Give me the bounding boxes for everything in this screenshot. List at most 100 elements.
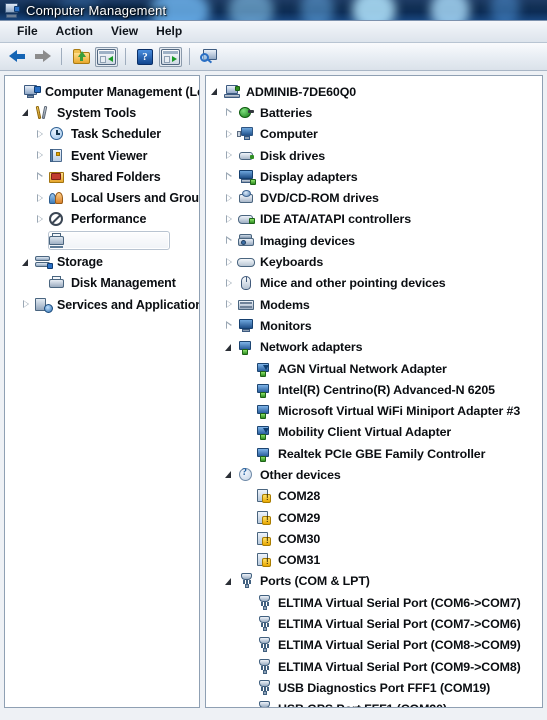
expander-closed-icon[interactable] <box>33 124 48 145</box>
device-tree: ADMINIB-7DE60Q0BatteriesComputer Disk dri… <box>206 76 542 708</box>
expander-spacer <box>240 443 255 464</box>
expander-spacer <box>240 379 255 400</box>
console-tree-pane[interactable]: Computer Management (Local System Tools Ta… <box>4 75 200 708</box>
device-category-batteries[interactable]: Batteries <box>206 102 542 123</box>
back-button[interactable] <box>6 46 28 68</box>
sidebar-item-shared-folders[interactable]: Shared Folders <box>5 166 199 187</box>
device-item[interactable]: COM30 <box>206 528 542 549</box>
device-item[interactable]: ELTIMA Virtual Serial Port (COM9->COM8) <box>206 656 542 677</box>
device-category-network-adapters[interactable]: Network adapters <box>206 337 542 358</box>
expander-open-icon[interactable] <box>19 252 34 273</box>
expander-closed-icon[interactable] <box>222 273 237 294</box>
expander-closed-icon[interactable] <box>222 252 237 273</box>
device-category-mice-and-other-pointing-devices[interactable]: Mice and other pointing devices <box>206 273 542 294</box>
sidebar-item-task-scheduler[interactable]: Task Scheduler <box>5 124 199 145</box>
show-hide-action-pane-button[interactable] <box>159 46 181 68</box>
expander-closed-icon[interactable] <box>222 166 237 187</box>
tree-row-label: IDE ATA/ATAPI controllers <box>260 212 411 226</box>
device-item[interactable]: USB Diagnostics Port FFF1 (COM19) <box>206 677 542 698</box>
sidebar-item-device-manager[interactable]: Device Manager <box>5 230 199 251</box>
device-item[interactable]: Mobility Client Virtual Adapter <box>206 422 542 443</box>
sidebar-item-services-and-applications[interactable]: Services and Applications <box>5 294 199 315</box>
up-one-level-button[interactable] <box>70 46 92 68</box>
dvd-drive-icon <box>237 190 256 206</box>
device-item[interactable]: AGN Virtual Network Adapter <box>206 358 542 379</box>
device-category-keyboards[interactable]: Keyboards <box>206 251 542 272</box>
tree-row-label: Disk drives <box>260 149 325 163</box>
menu-file[interactable]: File <box>8 23 47 40</box>
expander-open-icon[interactable] <box>222 337 237 358</box>
sidebar-item-performance[interactable]: Performance <box>5 209 199 230</box>
expander-open-icon[interactable] <box>19 102 34 123</box>
expander-closed-icon[interactable] <box>222 145 237 166</box>
forward-button[interactable] <box>31 46 53 68</box>
expander-closed-icon[interactable] <box>33 166 48 187</box>
device-item[interactable]: USB GPS Port FFF1 (COM20) <box>206 699 542 708</box>
tree-row-label: System Tools <box>57 106 136 120</box>
scan-hardware-icon <box>200 49 218 65</box>
menu-help[interactable]: Help <box>147 23 191 40</box>
device-category-modems[interactable]: Modems <box>206 294 542 315</box>
device-category-monitors[interactable]: Monitors <box>206 315 542 336</box>
tree-row-label: Microsoft Virtual WiFi Miniport Adapter … <box>278 404 520 418</box>
expander-closed-icon[interactable] <box>222 102 237 123</box>
tree-row-label: AGN Virtual Network Adapter <box>278 362 447 376</box>
menu-view[interactable]: View <box>102 23 147 40</box>
expander-closed-icon[interactable] <box>222 188 237 209</box>
device-manager-pane[interactable]: ADMINIB-7DE60Q0BatteriesComputer Disk dri… <box>205 75 543 708</box>
toolbar-separator <box>61 48 62 65</box>
sidebar-item-event-viewer[interactable]: Event Viewer <box>5 145 199 166</box>
expander-closed-icon[interactable] <box>19 294 34 315</box>
sidebar-item-local-users-and-groups[interactable]: Local Users and Groups <box>5 187 199 208</box>
expander-closed-icon[interactable] <box>222 124 237 145</box>
device-item[interactable]: Realtek PCIe GBE Family Controller <box>206 443 542 464</box>
sidebar-item-disk-management[interactable]: Disk Management <box>5 273 199 294</box>
tree-row-label: COM29 <box>278 511 320 525</box>
show-hide-console-tree-button[interactable] <box>95 46 117 68</box>
scan-for-hardware-changes-button[interactable] <box>198 46 220 68</box>
toolbar-separator <box>125 48 126 65</box>
device-item[interactable]: ELTIMA Virtual Serial Port (COM8->COM9) <box>206 635 542 656</box>
console-tree-icon <box>97 49 116 65</box>
expander-closed-icon[interactable] <box>222 315 237 336</box>
device-item[interactable]: Microsoft Virtual WiFi Miniport Adapter … <box>206 400 542 421</box>
device-item[interactable]: COM29 <box>206 507 542 528</box>
expander-open-icon[interactable] <box>222 464 237 485</box>
device-category-disk-drives[interactable]: Disk drives <box>206 145 542 166</box>
expander-closed-icon[interactable] <box>33 145 48 166</box>
tree-row-label: Network adapters <box>260 340 362 354</box>
device-item[interactable]: COM28 <box>206 486 542 507</box>
expander-open-icon[interactable] <box>222 571 237 592</box>
device-item[interactable]: COM31 <box>206 550 542 571</box>
device-category-imaging-devices[interactable]: Imaging devices <box>206 230 542 251</box>
device-category-ports-com-lpt[interactable]: Ports (COM & LPT) <box>206 571 542 592</box>
tree-row-label: Services and Applications <box>57 298 200 312</box>
device-category-display-adapters[interactable]: Display adapters <box>206 166 542 187</box>
menu-action[interactable]: Action <box>47 23 102 40</box>
device-tree-root[interactable]: ADMINIB-7DE60Q0 <box>206 81 542 102</box>
help-button[interactable]: ? <box>134 46 156 68</box>
expander-closed-icon[interactable] <box>222 209 237 230</box>
expander-closed-icon[interactable] <box>33 209 48 230</box>
tree-row-root[interactable]: Computer Management (Local <box>5 81 199 102</box>
device-category-other-devices[interactable]: ?Other devices <box>206 464 542 485</box>
sidebar-item-system-tools[interactable]: System Tools <box>5 102 199 123</box>
toolbar-separator <box>189 48 190 65</box>
expander-closed-icon[interactable] <box>222 230 237 251</box>
expander-closed-icon[interactable] <box>222 294 237 315</box>
tree-row-label: USB GPS Port FFF1 (COM20) <box>278 702 447 708</box>
sidebar-item-storage[interactable]: Storage <box>5 251 199 272</box>
expander-closed-icon[interactable] <box>33 188 48 209</box>
expander-open-icon[interactable] <box>208 81 223 102</box>
performance-icon <box>48 211 67 227</box>
expander-spacer <box>240 528 255 549</box>
device-category-ide-ata-atapi-controllers[interactable]: IDE ATA/ATAPI controllers <box>206 209 542 230</box>
title-bar[interactable]: Computer Management <box>0 0 547 21</box>
device-item[interactable]: Intel(R) Centrino(R) Advanced-N 6205 <box>206 379 542 400</box>
device-category-dvd-cd-rom-drives[interactable]: DVD/CD-ROM drives <box>206 187 542 208</box>
device-category-computer[interactable]: Computer <box>206 124 542 145</box>
device-item[interactable]: ELTIMA Virtual Serial Port (COM7->COM6) <box>206 613 542 634</box>
computer-management-window: Computer Management File Action View Hel… <box>0 0 547 720</box>
device-item[interactable]: ELTIMA Virtual Serial Port (COM6->COM7) <box>206 592 542 613</box>
tree-row-label: Display adapters <box>260 170 358 184</box>
